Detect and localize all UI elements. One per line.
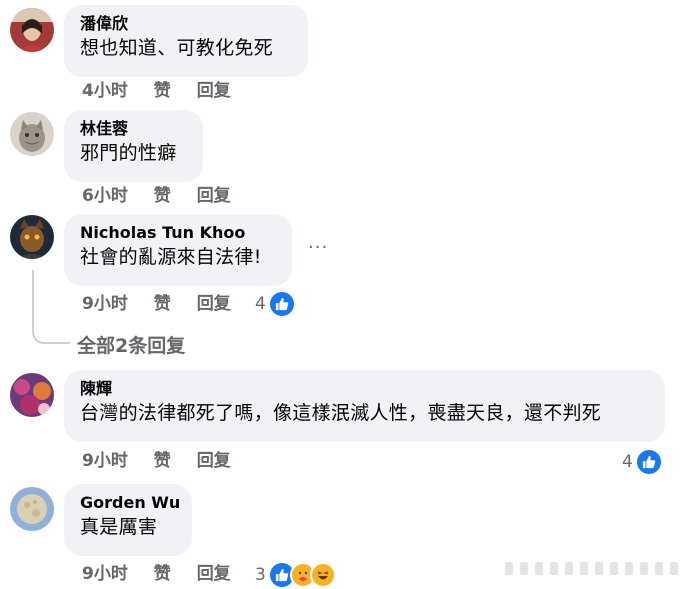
comment-text: 台灣的法律都死了嗎，像這樣泯滅人性，喪盡天良，還不判死: [80, 402, 602, 424]
like-button[interactable]: 赞: [154, 451, 171, 471]
timestamp[interactable]: 9小时: [82, 294, 128, 314]
comment-actions: 9小时 赞 回复: [82, 563, 251, 585]
like-icon: [267, 290, 296, 318]
comment-text: 想也知道、可教化免死: [80, 37, 274, 59]
avatar[interactable]: [10, 373, 54, 417]
timestamp[interactable]: 9小时: [82, 451, 128, 471]
comment-bubble: 林佳蓉 邪門的性癖: [64, 110, 203, 182]
like-button[interactable]: 赞: [154, 564, 171, 584]
avatar[interactable]: [10, 112, 54, 156]
thread-connector: [32, 270, 70, 344]
comment-actions: 6小时 赞 回复: [82, 185, 251, 207]
author-name[interactable]: 林佳蓉: [80, 118, 187, 140]
comment-actions: 9小时 赞 回复: [82, 450, 251, 472]
like-button[interactable]: 赞: [154, 81, 171, 101]
comment-text: 真是厲害: [80, 516, 158, 538]
reaction-count: 4: [622, 452, 633, 472]
reaction-summary[interactable]: 4: [255, 290, 296, 318]
timestamp[interactable]: 6小时: [82, 186, 128, 206]
like-button[interactable]: 赞: [154, 186, 171, 206]
comment-bubble: 陳輝 台灣的法律都死了嗎，像這樣泯滅人性，喪盡天良，還不判死: [64, 370, 665, 442]
comment-bubble: Gorden Wu 真是厲害: [64, 484, 192, 556]
watermark: [505, 562, 678, 575]
comment-text: 社會的亂源來自法律!: [80, 246, 262, 268]
author-name[interactable]: Gorden Wu: [80, 492, 180, 514]
comment-bubble: Nicholas Tun Khoo 社會的亂源來自法律!: [64, 214, 292, 286]
reply-button[interactable]: 回复: [197, 186, 231, 206]
reaction-count: 4: [255, 294, 266, 314]
avatar[interactable]: [10, 487, 54, 531]
view-replies-link[interactable]: 全部2条回复: [77, 331, 185, 358]
reply-button[interactable]: 回复: [197, 564, 231, 584]
more-icon[interactable]: ···: [308, 237, 328, 258]
reply-button[interactable]: 回复: [197, 451, 231, 471]
comment-text: 邪門的性癖: [80, 142, 177, 164]
author-name[interactable]: 潘偉欣: [80, 13, 292, 35]
haha-icon: [309, 562, 336, 588]
comment-bubble: 潘偉欣 想也知道、可教化免死: [64, 5, 308, 77]
comment-actions: 4小时 赞 回复: [82, 80, 251, 102]
reaction-summary[interactable]: 3: [255, 561, 336, 589]
reply-button[interactable]: 回复: [197, 294, 231, 314]
timestamp[interactable]: 9小时: [82, 564, 128, 584]
reply-button[interactable]: 回复: [197, 81, 231, 101]
avatar[interactable]: [10, 215, 54, 259]
timestamp[interactable]: 4小时: [82, 81, 128, 101]
like-icon: [634, 448, 663, 476]
author-name[interactable]: Nicholas Tun Khoo: [80, 222, 276, 244]
like-button[interactable]: 赞: [154, 294, 171, 314]
reaction-summary[interactable]: 4: [622, 448, 663, 476]
comment-actions: 9小时 赞 回复: [82, 293, 251, 315]
author-name[interactable]: 陳輝: [80, 378, 649, 400]
reaction-count: 3: [255, 565, 266, 585]
avatar[interactable]: [10, 8, 54, 52]
